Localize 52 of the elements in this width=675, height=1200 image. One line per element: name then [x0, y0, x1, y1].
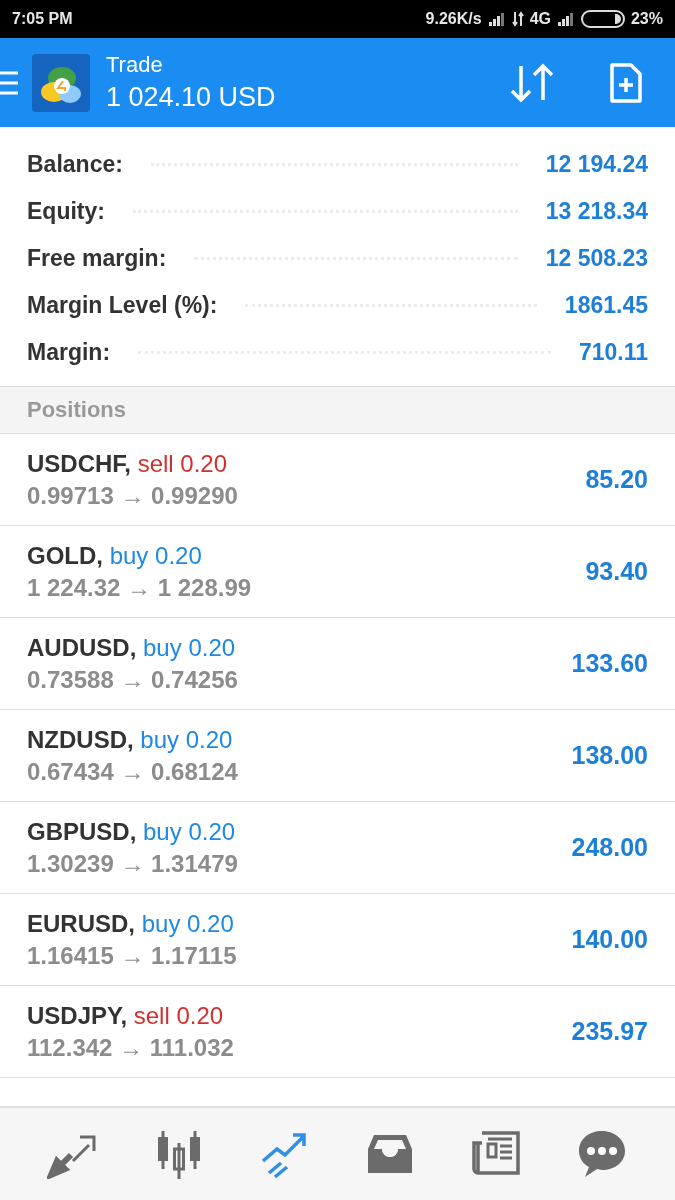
- section-header: Positions: [0, 387, 675, 434]
- position-title: GOLD, buy 0.20: [27, 541, 203, 570]
- position-prices: 112.342 → 111.032: [27, 1033, 235, 1062]
- position-title: AUDUSD, buy 0.20: [27, 633, 237, 662]
- summary-value: 13 218.34: [545, 198, 648, 225]
- position-profit: 248.00: [571, 833, 648, 862]
- account-balance: 1 024.10 USD: [106, 82, 277, 113]
- position-prices: 1.16415 → 1.17115: [27, 941, 238, 970]
- summary-label: Free margin:: [27, 245, 167, 272]
- network-type: 4G: [529, 10, 551, 28]
- battery-icon: [580, 10, 625, 28]
- position-row[interactable]: GOLD, buy 0.20 1 224.32 → 1 228.99 93.40: [0, 526, 675, 618]
- summary-value: 12 194.24: [545, 151, 648, 178]
- summary-label: Equity:: [27, 198, 105, 225]
- summary-value: 710.11: [578, 339, 648, 366]
- position-prices: 0.73588 → 0.74256: [27, 665, 239, 694]
- summary-label: Margin:: [27, 339, 111, 366]
- battery-level: 23%: [630, 10, 663, 28]
- position-row[interactable]: GBPUSD, buy 0.20 1.30239 → 1.31479 248.00: [0, 802, 675, 894]
- position-title: USDJPY, sell 0.20: [27, 1001, 225, 1030]
- screen-title: Trade: [106, 52, 164, 78]
- signal-icon: [487, 12, 506, 26]
- position-profit: 235.97: [571, 1017, 648, 1046]
- position-profit: 133.60: [571, 649, 648, 678]
- summary-label: Margin Level (%):: [27, 292, 218, 319]
- data-transfer-icon: [511, 11, 524, 27]
- signal-icon: [556, 12, 575, 26]
- position-title: GBPUSD, buy 0.20: [27, 817, 237, 846]
- position-prices: 0.99713 → 0.99290: [27, 481, 239, 510]
- position-title: NZDUSD, buy 0.20: [27, 725, 234, 754]
- position-profit: 85.20: [585, 465, 648, 494]
- summary-label: Balance:: [27, 151, 123, 178]
- summary-value: 1861.45: [564, 292, 648, 319]
- position-row[interactable]: USDCHF, sell 0.20 0.99713 → 0.99290 85.20: [0, 434, 675, 526]
- position-row[interactable]: EURUSD, buy 0.20 1.16415 → 1.17115 140.00: [0, 894, 675, 986]
- position-prices: 1.30239 → 1.31479: [27, 849, 239, 878]
- position-profit: 138.00: [571, 741, 648, 770]
- new-order-icon[interactable]: [609, 61, 643, 104]
- position-row[interactable]: AUDUSD, buy 0.20 0.73588 → 0.74256 133.60: [0, 618, 675, 710]
- app-logo-icon: [32, 53, 90, 112]
- network-speed: 9.26K/s: [425, 10, 482, 28]
- summary-value: 12 508.23: [545, 245, 648, 272]
- position-title: EURUSD, buy 0.20: [27, 909, 235, 938]
- position-profit: 140.00: [571, 925, 648, 954]
- position-row[interactable]: NZDUSD, buy 0.20 0.67434 → 0.68124 138.00: [0, 710, 675, 802]
- position-row[interactable]: USDJPY, sell 0.20 112.342 → 111.032 235.97: [0, 986, 675, 1078]
- menu-icon[interactable]: [0, 69, 18, 96]
- position-prices: 0.67434 → 0.68124: [27, 757, 239, 786]
- position-profit: 93.40: [585, 557, 648, 586]
- position-title: USDCHF, sell 0.20: [27, 449, 229, 478]
- clock: 7:05 PM: [12, 10, 73, 28]
- position-prices: 1 224.32 → 1 228.99: [27, 573, 253, 602]
